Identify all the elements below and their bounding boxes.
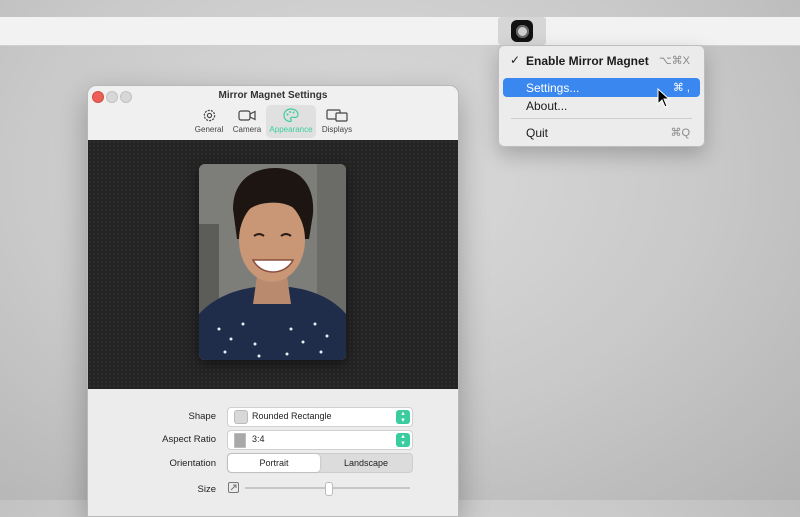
settings-toolbar: General Camera Appearance Displays bbox=[88, 104, 458, 140]
shape-popup[interactable]: Rounded Rectangle ▴ ▾ bbox=[227, 407, 413, 427]
size-slider[interactable] bbox=[245, 482, 410, 496]
menu-item-shortcut: ⌘Q bbox=[670, 127, 690, 139]
aspect-ratio-label: Aspect Ratio bbox=[162, 434, 216, 445]
mouse-cursor-icon bbox=[657, 88, 671, 108]
tab-label: Appearance bbox=[269, 125, 313, 134]
menu-item-enable[interactable]: ✓ Enable Mirror Magnet ⌥⌘X bbox=[503, 51, 700, 70]
tab-label: General bbox=[194, 125, 224, 134]
size-label: Size bbox=[197, 484, 216, 495]
size-slider-thumb[interactable] bbox=[324, 482, 333, 496]
menu-item-label: About... bbox=[526, 99, 568, 113]
status-menu: ✓ Enable Mirror Magnet ⌥⌘X Settings... ⌘… bbox=[498, 45, 705, 147]
aspect-ratio-icon bbox=[234, 433, 246, 448]
popup-chevrons-icon: ▴ ▾ bbox=[396, 433, 410, 447]
menu-separator bbox=[511, 118, 692, 119]
gear-icon bbox=[203, 109, 215, 122]
rounded-rectangle-icon bbox=[234, 410, 248, 424]
appearance-controls: Shape Rounded Rectangle ▴ ▾ Aspect Ratio … bbox=[88, 389, 458, 516]
menu-item-label: Settings... bbox=[526, 81, 580, 95]
tab-displays[interactable]: Displays bbox=[312, 105, 362, 138]
camera-preview-image bbox=[199, 164, 346, 360]
displays-icon bbox=[326, 109, 348, 122]
mirror-magnet-menubar-icon bbox=[511, 20, 533, 42]
tab-camera[interactable]: Camera bbox=[222, 105, 272, 138]
menu-item-shortcut: ⌘ , bbox=[672, 82, 690, 94]
orientation-label: Orientation bbox=[169, 458, 216, 469]
resize-icon bbox=[228, 482, 239, 493]
orientation-landscape[interactable]: Landscape bbox=[320, 454, 412, 472]
menu-item-quit[interactable]: Quit ⌘Q bbox=[503, 123, 700, 142]
settings-window: Mirror Magnet Settings General Camera Ap… bbox=[87, 85, 459, 517]
camera-icon bbox=[238, 110, 256, 121]
window-title: Mirror Magnet Settings bbox=[218, 90, 328, 101]
aspect-ratio-popup[interactable]: 3:4 ▴ ▾ bbox=[227, 430, 413, 450]
orientation-portrait[interactable]: Portrait bbox=[228, 454, 320, 472]
shape-value: Rounded Rectangle bbox=[252, 411, 332, 421]
popup-chevrons-icon: ▴ ▾ bbox=[396, 410, 410, 424]
aspect-ratio-value: 3:4 bbox=[252, 434, 265, 444]
menu-item-shortcut: ⌥⌘X bbox=[658, 55, 690, 67]
menu-bar bbox=[0, 17, 800, 46]
orientation-segmented-control: Portrait Landscape bbox=[227, 453, 413, 473]
menu-item-label: Enable Mirror Magnet bbox=[526, 54, 649, 68]
tab-appearance[interactable]: Appearance bbox=[266, 105, 316, 138]
shape-label: Shape bbox=[188, 411, 216, 422]
checkmark-icon: ✓ bbox=[510, 53, 521, 67]
mirror-magnet-menubar-item[interactable] bbox=[498, 17, 546, 45]
tab-label: Displays bbox=[321, 125, 353, 134]
mirror-preview-area bbox=[88, 140, 458, 389]
palette-icon bbox=[283, 108, 299, 123]
tab-label: Camera bbox=[232, 125, 262, 134]
menu-item-label: Quit bbox=[526, 126, 549, 140]
